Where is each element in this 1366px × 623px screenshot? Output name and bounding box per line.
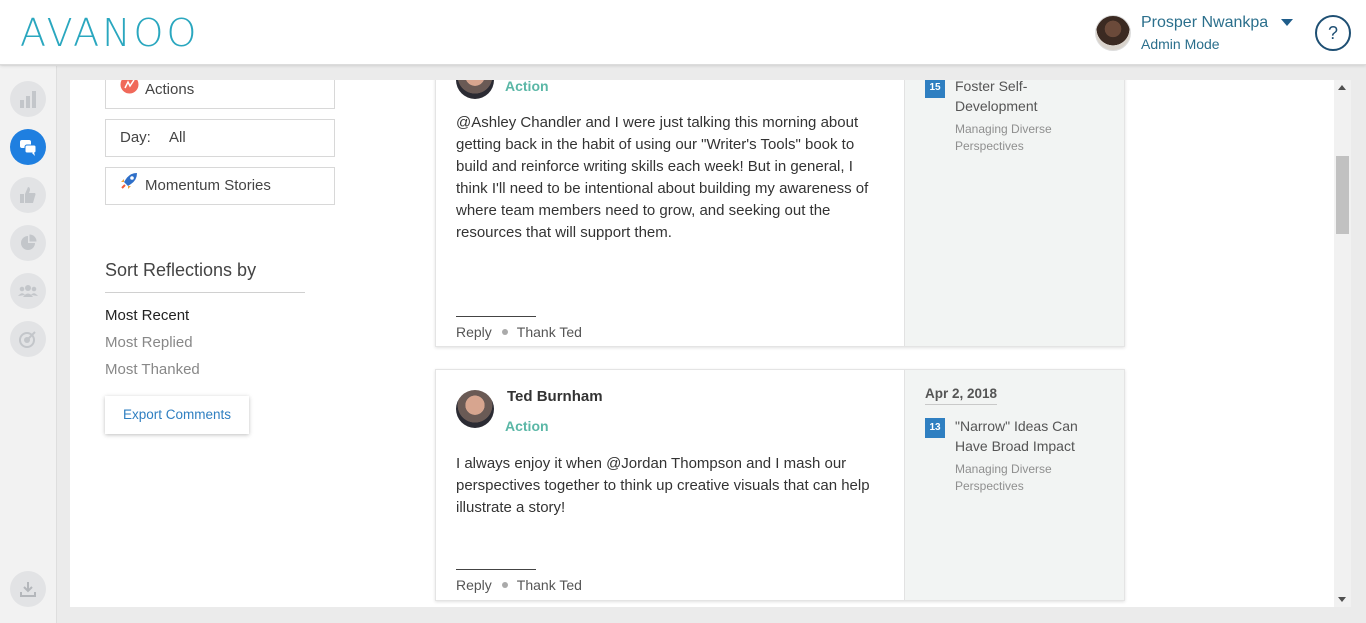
topic-title[interactable]: "Narrow" Ideas Can Have Broad Impact (955, 416, 1105, 456)
reflection-type: Action (505, 418, 549, 434)
target-icon (19, 331, 36, 348)
chat-icon (20, 140, 37, 156)
divider (456, 316, 536, 317)
nav-download[interactable] (10, 571, 46, 607)
topic-category: Managing Diverse Perspectives (955, 122, 1052, 153)
reflection-actions: Reply Thank Ted (456, 577, 582, 593)
scrollbar-thumb[interactable] (1336, 156, 1349, 234)
thank-link[interactable]: Thank Ted (517, 577, 582, 593)
pie-chart-icon (21, 234, 37, 250)
topic-category: Managing Diverse Perspectives (955, 462, 1052, 493)
reflection-date: Apr 2, 2018 (925, 386, 998, 405)
app-header: AVANOO Prosper Nwankpa Admin Mode ? (0, 0, 1366, 65)
thumbs-up-icon (20, 187, 36, 203)
avanoo-logo[interactable]: AVANOO (20, 13, 199, 53)
sort-title: Sort Reflections by (105, 260, 257, 280)
author-name[interactable]: Ted Burnham (507, 388, 603, 405)
sort-most-thanked[interactable]: Most Thanked (105, 361, 200, 378)
left-nav-rail (0, 66, 57, 623)
bar-chart-icon (20, 91, 36, 108)
sort-most-recent[interactable]: Most Recent (105, 307, 189, 324)
download-icon (20, 582, 36, 597)
nav-goals[interactable] (10, 321, 46, 357)
reflection-content: Action @Ashley Chandler and I were just … (436, 80, 905, 346)
team-icon (18, 285, 38, 297)
actions-filter[interactable]: Actions (105, 80, 335, 109)
scroll-up-arrow-icon[interactable] (1338, 85, 1346, 90)
user-mode: Admin Mode (1141, 36, 1220, 52)
nav-thanks[interactable] (10, 177, 46, 213)
reflection-text: @Ashley Chandler and I were just talking… (456, 114, 869, 241)
day-number-badge: 15 (925, 80, 945, 98)
nav-reports[interactable] (10, 225, 46, 261)
reflection-type: Action (505, 80, 549, 94)
topic-title[interactable]: Foster Self-Development (955, 80, 1105, 116)
nav-analytics[interactable] (10, 81, 46, 117)
author-avatar[interactable] (456, 390, 494, 428)
scroll-down-arrow-icon[interactable] (1338, 597, 1346, 602)
nav-team[interactable] (10, 273, 46, 309)
sort-most-replied[interactable]: Most Replied (105, 334, 193, 351)
reflections-panel: Actions Day: All Momentum Stories Sort R… (70, 80, 1351, 607)
day-number-badge: 13 (925, 418, 945, 438)
help-button[interactable]: ? (1315, 15, 1351, 51)
export-comments-button[interactable]: Export Comments (105, 396, 249, 434)
reflection-content: Ted Burnham Action I always enjoy it whe… (436, 370, 905, 600)
reflection-text: I always enjoy it when @Jordan Thompson … (456, 455, 870, 516)
nav-reflections[interactable] (10, 129, 46, 165)
reply-link[interactable]: Reply (456, 577, 492, 593)
divider (105, 292, 305, 293)
user-avatar[interactable] (1095, 15, 1131, 51)
momentum-stories-label: Momentum Stories (145, 177, 271, 194)
user-name[interactable]: Prosper Nwankpa (1141, 14, 1268, 32)
day-filter-value: All (169, 129, 186, 146)
separator-dot (501, 329, 508, 336)
reflection-card: Ted Burnham Action I always enjoy it whe… (435, 369, 1125, 601)
thank-link[interactable]: Thank Ted (517, 324, 582, 340)
actions-icon (120, 80, 139, 108)
actions-filter-label: Actions (145, 81, 195, 98)
day-filter[interactable]: Day: All (105, 119, 335, 157)
reply-link[interactable]: Reply (456, 324, 492, 340)
reflection-card: Action @Ashley Chandler and I were just … (435, 80, 1125, 347)
day-filter-label: Day: (120, 129, 151, 146)
momentum-stories-filter[interactable]: Momentum Stories (105, 167, 335, 205)
divider (456, 569, 536, 570)
chevron-down-icon[interactable] (1281, 19, 1293, 26)
author-avatar[interactable] (456, 80, 494, 99)
vertical-scrollbar[interactable] (1334, 80, 1351, 607)
rocket-icon (120, 168, 139, 204)
separator-dot (501, 582, 508, 589)
reflection-meta: 15 Foster Self-Development Managing Dive… (904, 80, 1124, 346)
reflection-meta: Apr 2, 2018 13 "Narrow" Ideas Can Have B… (904, 370, 1124, 600)
reflection-actions: Reply Thank Ted (456, 324, 582, 340)
